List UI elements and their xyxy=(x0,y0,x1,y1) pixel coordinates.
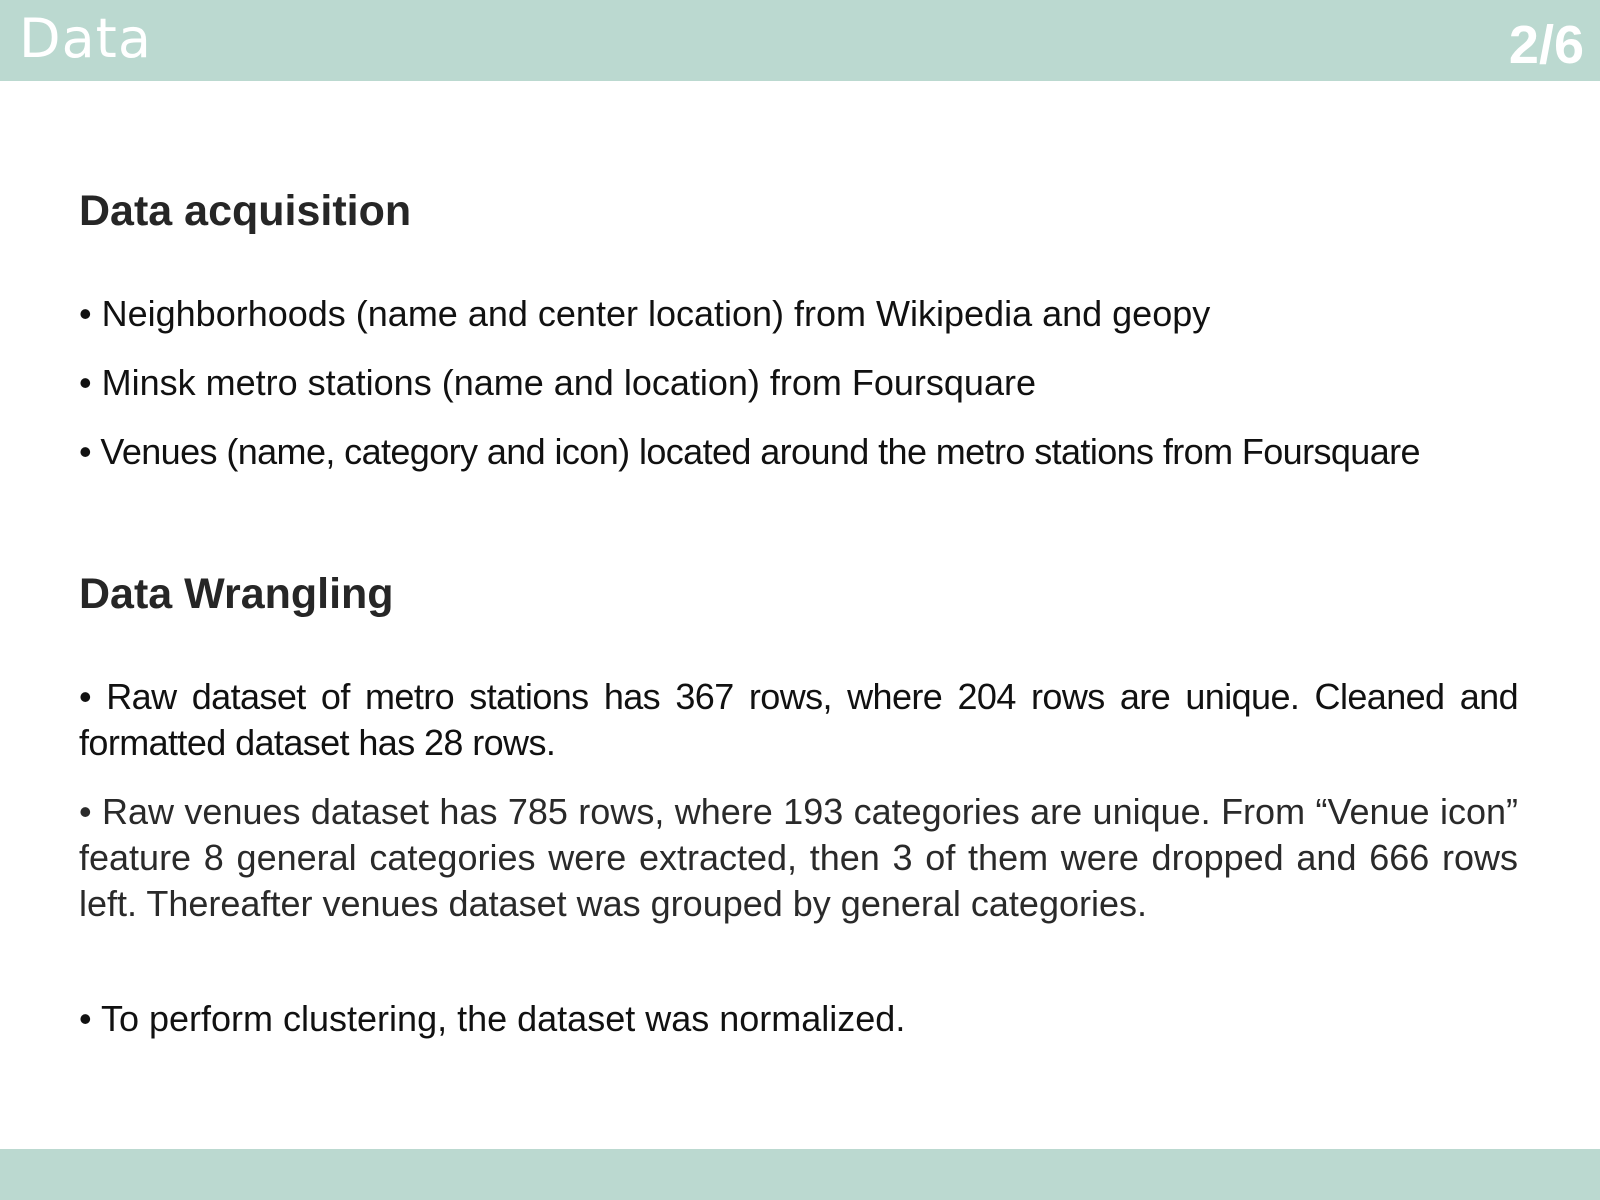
section-heading-data-acquisition: Data acquisition xyxy=(79,187,412,235)
list-item: • Neighborhoods (name and center locatio… xyxy=(79,293,1211,334)
list-item: • Raw dataset of metro stations has 367 … xyxy=(79,676,1519,763)
list-item: • Minsk metro stations (name and locatio… xyxy=(79,362,1036,403)
section-heading-data-wrangling: Data Wrangling xyxy=(79,570,394,618)
list-item: • Venues (name, category and icon) locat… xyxy=(79,431,1421,472)
footer-bar xyxy=(0,1149,1600,1200)
list-item: • To perform clustering, the dataset was… xyxy=(79,998,906,1039)
header-bar: Data 2/6 xyxy=(0,0,1600,81)
list-item: • Raw venues dataset has 785 rows, where… xyxy=(79,791,1518,924)
slide-title: Data xyxy=(19,7,152,70)
page-number: 2/6 xyxy=(1508,15,1584,75)
